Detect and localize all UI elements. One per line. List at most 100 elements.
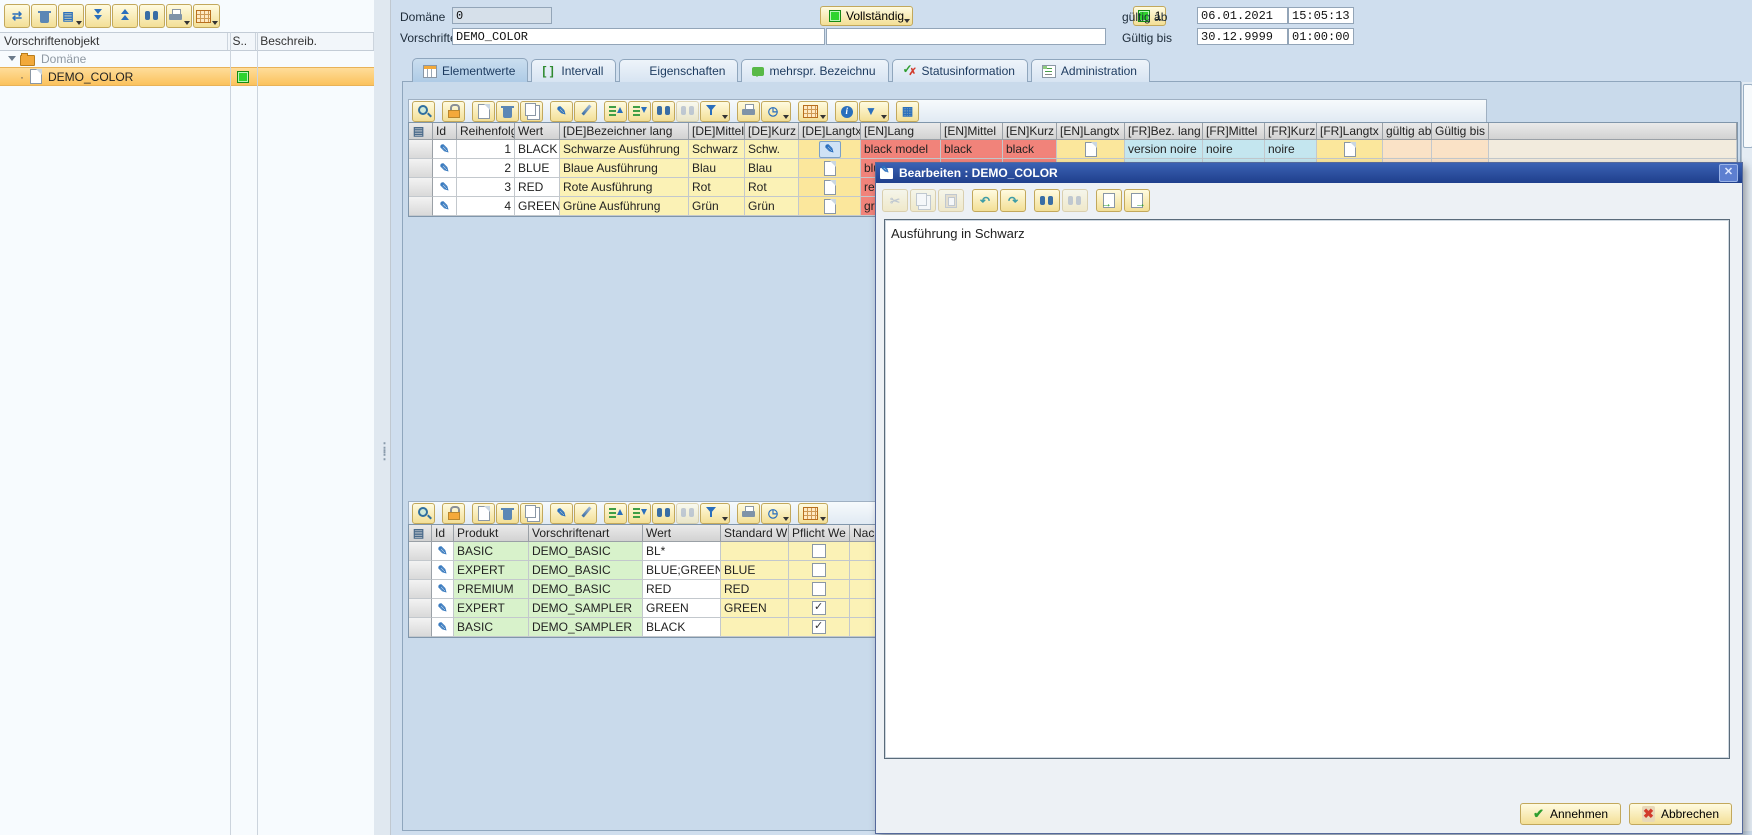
vorschriftenname-input[interactable] <box>452 28 825 45</box>
cell-fr_mittel[interactable]: noire <box>1203 140 1265 159</box>
cell-de_mittel[interactable]: Rot <box>689 178 745 197</box>
column-header-vorschriftenobjekt[interactable]: Vorschriftenobjekt <box>0 33 228 50</box>
lock-button[interactable] <box>442 503 465 524</box>
column-header-sel[interactable]: ▤ <box>409 123 433 140</box>
cell-en_lang[interactable]: black model <box>861 140 941 159</box>
sort-ascending-button[interactable] <box>604 101 627 122</box>
paste-button[interactable] <box>938 189 964 212</box>
row-selector[interactable] <box>409 580 432 599</box>
details-button[interactable] <box>412 101 435 122</box>
detail-pen-button[interactable] <box>574 101 597 122</box>
column-header-fr_kurz[interactable]: [FR]Kurz <box>1265 123 1317 140</box>
sort-ascending-button[interactable] <box>604 503 627 524</box>
print-button[interactable] <box>737 101 760 122</box>
edit-pencil-icon[interactable]: ✎ <box>436 582 449 596</box>
column-header-id[interactable]: Id <box>433 123 457 140</box>
edit-pencil-icon[interactable]: ✎ <box>436 544 449 558</box>
find-button[interactable] <box>1034 189 1060 212</box>
tree-item-domäne[interactable]: Domäne <box>0 50 374 67</box>
column-header-en_mittel[interactable]: [EN]Mittel <box>941 123 1003 140</box>
panel-splitter[interactable]: ⋮⋮ <box>374 0 391 835</box>
cell-wert[interactable]: GREEN <box>643 599 721 618</box>
undo-button[interactable]: ↶ <box>972 189 998 212</box>
expand-all-button[interactable] <box>85 4 111 28</box>
pflicht-checkbox[interactable] <box>812 563 826 577</box>
import-text-button[interactable] <box>1096 189 1122 212</box>
pflicht-checkbox[interactable] <box>812 544 826 558</box>
column-header-standard[interactable]: Standard W <box>721 525 789 542</box>
cell-produkt[interactable]: EXPERT <box>454 561 529 580</box>
longtext-doc-icon[interactable] <box>824 199 836 214</box>
column-header-en_lang[interactable]: [EN]Lang <box>861 123 941 140</box>
column-header-fr_lang[interactable]: [FR]Bez. lang <box>1125 123 1203 140</box>
column-header-fr_mittel[interactable]: [FR]Mittel <box>1203 123 1265 140</box>
column-header-fr_langtx[interactable]: [FR]Langtx <box>1317 123 1383 140</box>
tab-statusinformation[interactable]: Statusinformation <box>892 59 1028 82</box>
column-header-art[interactable]: Vorschriftenart <box>529 525 643 542</box>
longtext-doc-icon[interactable] <box>824 180 836 195</box>
views-button[interactable]: ◷ <box>761 503 791 524</box>
cell-reihenfolg[interactable]: 1 <box>457 140 515 159</box>
cell-wert[interactable]: RED <box>643 580 721 599</box>
views-button[interactable]: ◷ <box>761 101 791 122</box>
edit-pencil-icon[interactable]: ✎ <box>436 620 449 634</box>
dialog-title-bar[interactable]: Bearbeiten : DEMO_COLOR ✕ <box>876 163 1742 183</box>
export-text-button[interactable] <box>1124 189 1150 212</box>
column-header-wert[interactable]: Wert <box>643 525 721 542</box>
column-header-pflicht[interactable]: Pflicht We <box>789 525 850 542</box>
beschreibung-input[interactable] <box>826 28 1106 45</box>
table-settings-button[interactable] <box>798 101 828 122</box>
scrollbar-thumb[interactable] <box>1743 84 1752 148</box>
tab-eigenschaften[interactable]: Eigenschaften <box>619 59 738 82</box>
cell-reihenfolg[interactable]: 2 <box>457 159 515 178</box>
delete-button[interactable] <box>496 101 519 122</box>
transfer-button[interactable]: ⇄ <box>4 4 30 28</box>
cell-gueltig_bis[interactable] <box>1432 140 1489 159</box>
cell-de_kurz[interactable]: Grün <box>745 197 799 216</box>
row-selector[interactable] <box>409 599 432 618</box>
find-next-button[interactable] <box>676 101 699 122</box>
row-selector[interactable] <box>409 197 433 216</box>
close-icon[interactable]: ✕ <box>1719 164 1738 182</box>
cell-fr_lang[interactable]: version noire <box>1125 140 1203 159</box>
edit-pencil-icon[interactable]: ✎ <box>436 563 449 577</box>
filter-button[interactable] <box>700 101 730 122</box>
row-selector[interactable] <box>409 159 433 178</box>
tab-intervall[interactable]: Intervall <box>531 59 616 82</box>
edit-pencil-icon[interactable]: ✎ <box>438 142 451 156</box>
grid-view-button[interactable]: ▦ <box>896 101 919 122</box>
column-header-de_kurz[interactable]: [DE]Kurz <box>745 123 799 140</box>
column-header-sel[interactable]: ▤ <box>409 525 432 542</box>
cell-wert[interactable]: BL* <box>643 542 721 561</box>
create-button[interactable] <box>472 503 495 524</box>
detail-pen-button[interactable] <box>574 503 597 524</box>
tree-item-demo_color[interactable]: ·DEMO_COLOR <box>0 67 374 86</box>
column-header-status[interactable]: S.. <box>228 33 256 50</box>
vollstaendig-button[interactable]: Vollständig <box>820 6 913 26</box>
sort-descending-button[interactable] <box>628 503 651 524</box>
cell-wert[interactable]: GREEN <box>515 197 560 216</box>
row-selector[interactable] <box>409 140 433 159</box>
cell-fr_kurz[interactable]: noire <box>1265 140 1317 159</box>
column-header-de_mittel[interactable]: [DE]Mittel <box>689 123 745 140</box>
annehmen-button[interactable]: ✔ Annehmen <box>1520 803 1621 825</box>
expand-caret-icon[interactable] <box>8 56 16 61</box>
row-selector[interactable] <box>409 178 433 197</box>
column-header-reihenfolg[interactable]: Reihenfolg <box>457 123 515 140</box>
layout-button[interactable]: ▼ <box>859 101 889 122</box>
create-button[interactable] <box>472 101 495 122</box>
filter-button[interactable] <box>700 503 730 524</box>
cell-standard[interactable] <box>721 618 789 637</box>
table-settings-button[interactable] <box>193 4 220 28</box>
gueltig-ab-date-input[interactable] <box>1197 7 1288 24</box>
delete-button[interactable] <box>496 503 519 524</box>
column-header-en_kurz[interactable]: [EN]Kurz <box>1003 123 1057 140</box>
gueltig-bis-date-input[interactable] <box>1197 28 1288 45</box>
cell-en_mittel[interactable]: black <box>941 140 1003 159</box>
cell-de_lang[interactable]: Schwarze Ausführung <box>560 140 689 159</box>
column-header-de_lang[interactable]: [DE]Bezeichner lang <box>560 123 689 140</box>
cell-de_mittel[interactable]: Grün <box>689 197 745 216</box>
cell-standard[interactable]: BLUE <box>721 561 789 580</box>
row-selector[interactable] <box>409 618 432 637</box>
row-selector[interactable] <box>409 561 432 580</box>
